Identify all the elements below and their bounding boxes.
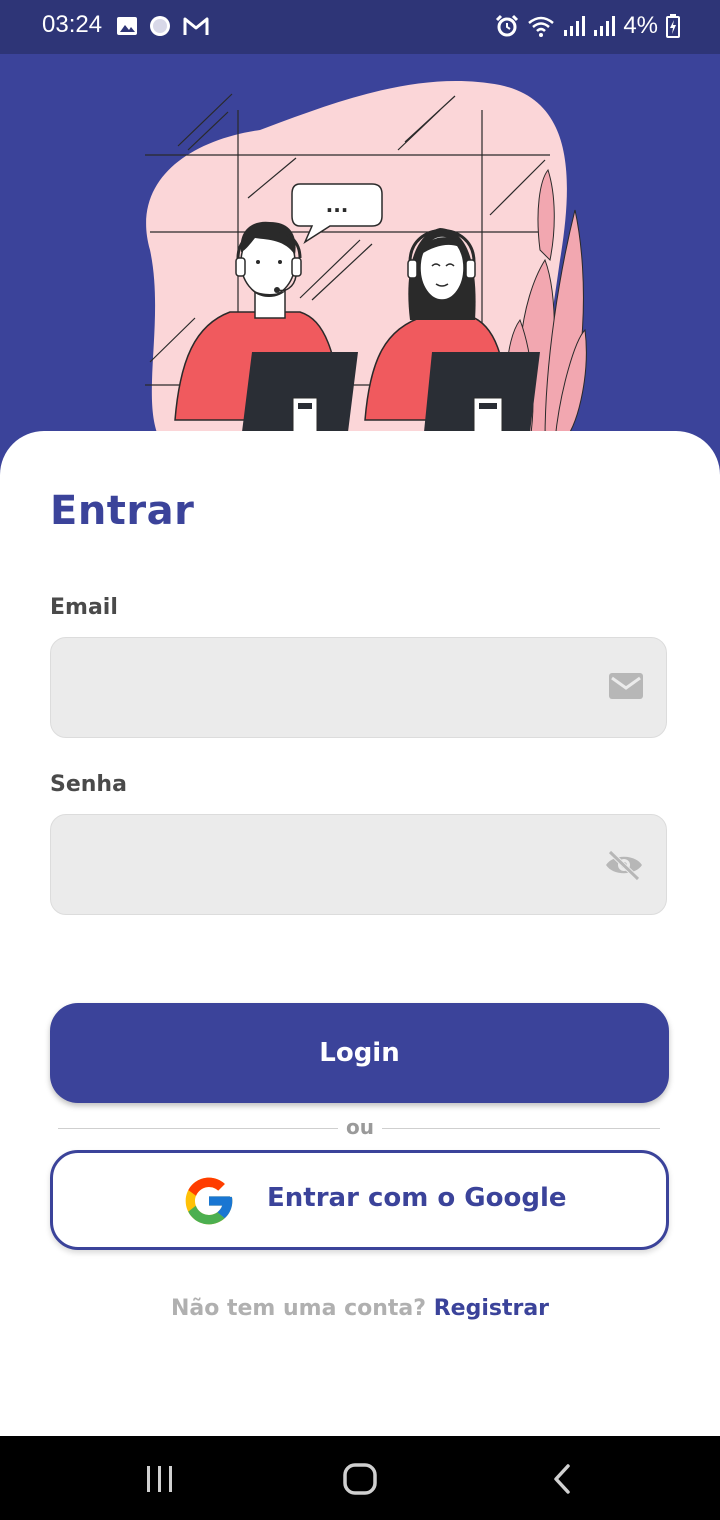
email-field-container[interactable] bbox=[50, 637, 667, 739]
back-icon bbox=[554, 1464, 570, 1494]
google-signin-button[interactable]: Entrar com o Google bbox=[50, 1150, 669, 1250]
login-button[interactable]: Login bbox=[50, 1003, 669, 1103]
alarm-icon bbox=[496, 14, 519, 37]
password-label: Senha bbox=[50, 772, 127, 797]
email-field[interactable] bbox=[71, 638, 595, 739]
call-center-illustration: ... bbox=[145, 81, 587, 441]
divider-text: ou bbox=[346, 1115, 374, 1139]
status-time: 03:24 bbox=[42, 11, 103, 38]
record-dot-icon bbox=[150, 16, 170, 36]
status-right-icons: 4% bbox=[495, 12, 680, 40]
google-logo-icon bbox=[185, 1177, 233, 1225]
wifi-icon bbox=[528, 16, 555, 37]
mail-icon bbox=[608, 671, 644, 705]
password-field[interactable] bbox=[71, 815, 595, 916]
register-link[interactable]: Registrar bbox=[434, 1296, 549, 1321]
divider-left bbox=[58, 1128, 338, 1129]
email-label: Email bbox=[50, 595, 118, 620]
signal-icon bbox=[564, 16, 586, 36]
signal-icon bbox=[594, 16, 616, 36]
back-button[interactable] bbox=[532, 1454, 592, 1504]
battery-charging-icon bbox=[666, 14, 680, 38]
register-prompt: Não tem uma conta? bbox=[170, 1296, 427, 1321]
gmail-icon bbox=[183, 17, 209, 35]
divider-right bbox=[382, 1128, 660, 1129]
hero-illustration: ... bbox=[0, 54, 720, 454]
recent-apps-button[interactable] bbox=[130, 1454, 190, 1504]
status-left-icons bbox=[116, 14, 210, 38]
google-button-label: Entrar com o Google bbox=[267, 1183, 567, 1213]
navigation-bar bbox=[0, 1436, 720, 1520]
home-icon bbox=[343, 1463, 377, 1495]
bubble-text: ... bbox=[326, 193, 349, 217]
status-bar: 03:24 4% bbox=[0, 0, 720, 54]
page-title: Entrar bbox=[50, 488, 195, 534]
login-card bbox=[0, 431, 720, 1436]
register-row: Não tem uma conta? Registrar bbox=[0, 1296, 720, 1321]
password-field-container[interactable] bbox=[50, 814, 667, 916]
image-icon bbox=[117, 17, 137, 35]
recent-apps-icon bbox=[147, 1466, 172, 1492]
eye-off-icon[interactable] bbox=[604, 849, 644, 885]
battery-percent: 4% bbox=[623, 12, 658, 39]
home-button[interactable] bbox=[330, 1454, 390, 1504]
